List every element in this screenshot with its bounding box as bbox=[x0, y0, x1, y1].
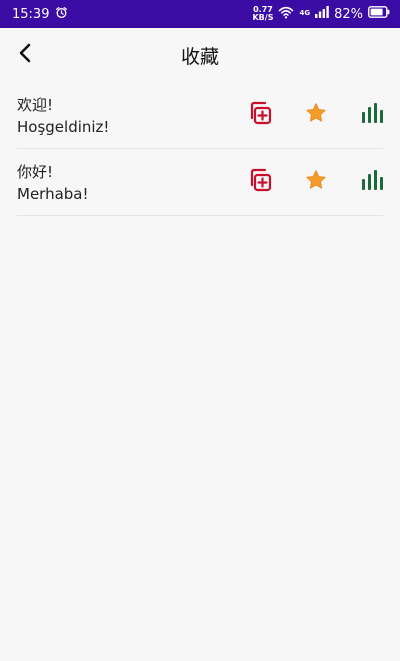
net-speed: 0.77 KB/S bbox=[252, 6, 273, 22]
net-speed-unit: KB/S bbox=[252, 13, 274, 22]
app-bar: 收藏 bbox=[0, 28, 400, 82]
network-type: 4G bbox=[299, 8, 311, 17]
stats-button[interactable] bbox=[352, 162, 392, 202]
favorite-button[interactable] bbox=[296, 95, 336, 135]
phrase-actions bbox=[240, 95, 383, 135]
signal-icon bbox=[315, 6, 329, 22]
status-left: 15:39 bbox=[12, 6, 68, 23]
list-item: 你好! Merhaba! bbox=[17, 149, 383, 216]
back-button[interactable] bbox=[8, 38, 42, 72]
copy-button[interactable] bbox=[240, 95, 280, 135]
battery-level: 82% bbox=[334, 6, 363, 22]
phrase-chinese: 你好! bbox=[17, 163, 54, 181]
arrow-left-icon bbox=[17, 43, 33, 67]
favorite-button[interactable] bbox=[296, 162, 336, 202]
phrase-text: 你好! Merhaba! bbox=[17, 161, 89, 203]
bar-chart-icon bbox=[361, 169, 383, 195]
phrase-chinese: 欢迎! bbox=[17, 96, 54, 114]
stats-button[interactable] bbox=[352, 95, 392, 135]
status-right: 0.77 KB/S 4G 82% bbox=[252, 6, 390, 23]
phrase-text: 欢迎! Hoşgeldiniz! bbox=[17, 94, 109, 136]
favorites-list: 欢迎! Hoşgeldiniz! 你好! Merhaba! bbox=[17, 82, 383, 216]
copy-add-icon bbox=[247, 100, 273, 130]
alarm-icon bbox=[55, 6, 68, 23]
status-bar: 15:39 0.77 KB/S 4G 82% bbox=[0, 0, 400, 28]
copy-add-icon bbox=[247, 167, 273, 197]
page-title: 收藏 bbox=[180, 45, 219, 68]
list-item: 欢迎! Hoşgeldiniz! bbox=[17, 82, 383, 149]
star-icon bbox=[305, 102, 327, 128]
bar-chart-icon bbox=[361, 102, 383, 128]
copy-button[interactable] bbox=[240, 162, 280, 202]
star-icon bbox=[305, 169, 327, 195]
phrase-turkish: Merhaba! bbox=[17, 185, 89, 203]
wifi-icon bbox=[278, 6, 294, 23]
status-time: 15:39 bbox=[12, 6, 50, 22]
phrase-turkish: Hoşgeldiniz! bbox=[17, 118, 110, 136]
phrase-actions bbox=[240, 162, 383, 202]
battery-icon bbox=[368, 6, 390, 22]
